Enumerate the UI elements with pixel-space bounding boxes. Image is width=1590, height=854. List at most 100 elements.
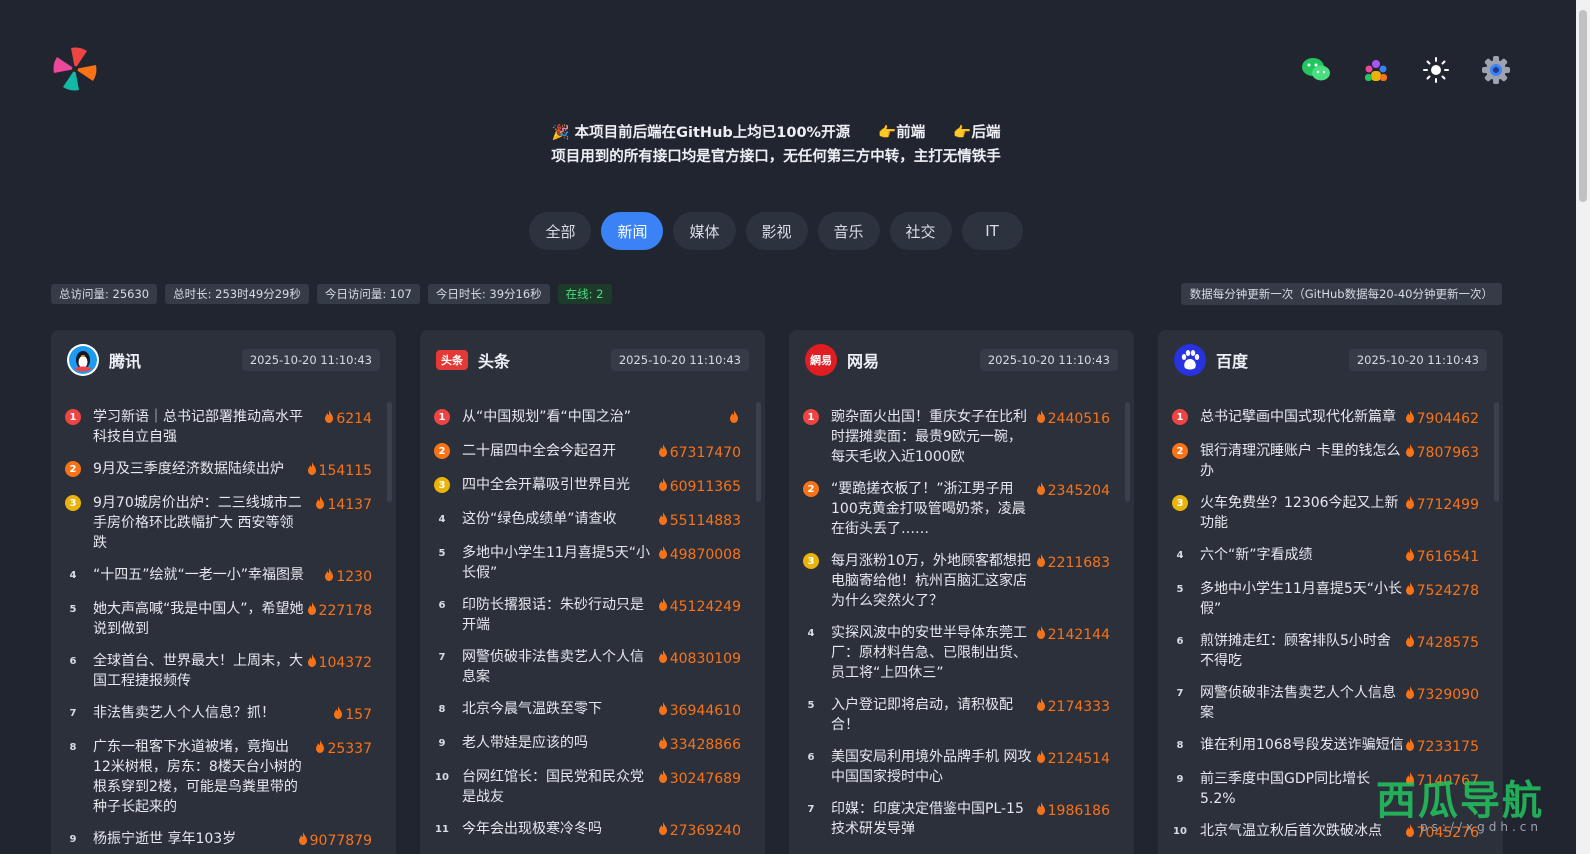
- list-item[interactable]: 2 银行清理沉睡账户 卡里的钱怎么办 7807963: [1172, 441, 1503, 481]
- item-title[interactable]: 杨振宁逝世 享年103岁: [93, 829, 298, 849]
- flame-icon: [324, 409, 334, 429]
- rank-badge: 1: [803, 409, 819, 425]
- wechat-icon[interactable]: [1300, 54, 1332, 86]
- list-item[interactable]: 7 印媒：印度决定借鉴中国PL-15技术研发导弹 1986186: [803, 799, 1134, 839]
- list-item[interactable]: 10 台网红馆长：国民党和民众党是战友 30247689: [434, 767, 765, 807]
- item-title[interactable]: 多地中小学生11月喜提5天“小长假”: [462, 543, 658, 583]
- list-item[interactable]: 4 实探风波中的安世半导体东莞工厂：原材料告急、已限制出货、员工将“上四休三” 21…: [803, 623, 1134, 683]
- sun-icon[interactable]: [1420, 54, 1452, 86]
- tab-music[interactable]: 音乐: [817, 212, 880, 250]
- item-title[interactable]: 9月及三季度经济数据陆续出炉: [93, 459, 305, 479]
- list-item[interactable]: 7 网警侦破非法售卖艺人个人信息案 7329090: [1172, 683, 1503, 723]
- settings-gear-icon[interactable]: [1480, 54, 1512, 86]
- item-title[interactable]: 每月涨粉10万，外地顾客都想把电脑寄给他！杭州百脑汇这家店为什么突然火了？: [831, 551, 1036, 611]
- tab-media[interactable]: 媒体: [673, 212, 736, 250]
- tab-all[interactable]: 全部: [529, 212, 592, 250]
- item-title[interactable]: 学习新语｜总书记部署推动高水平科技自立自强: [93, 407, 305, 447]
- list-item[interactable]: 3 每月涨粉10万，外地顾客都想把电脑寄给他！杭州百脑汇这家店为什么突然火了？ 22…: [803, 551, 1134, 611]
- list-scrollbar[interactable]: [1125, 402, 1130, 502]
- item-title[interactable]: 北京今晨气温跌至零下: [462, 699, 658, 719]
- item-title[interactable]: 总书记擘画中国式现代化新篇章: [1200, 407, 1405, 427]
- list-scrollbar[interactable]: [1494, 402, 1499, 502]
- list-item[interactable]: 9 杨振宁逝世 享年103岁 9077879: [65, 829, 396, 851]
- item-title[interactable]: 谁在利用1068号段发送诈骗短信: [1200, 735, 1405, 755]
- site-logo[interactable]: [52, 46, 98, 92]
- item-title[interactable]: 非法售卖艺人个人信息？抓！: [93, 703, 305, 723]
- list-item[interactable]: 8 北京今晨气温跌至零下 36944610: [434, 699, 765, 721]
- page-scrollbar-thumb[interactable]: [1579, 10, 1587, 202]
- list-item[interactable]: 5 多地中小学生11月喜提5天“小长假” 49870008: [434, 543, 765, 583]
- list-item[interactable]: 4 这份“绿色成绩单”请查收 55114883: [434, 509, 765, 531]
- item-title[interactable]: 广东一租客下水道被堵，竟掏出12米树根，房东：8楼天台小树的根系穿到2楼，可能是…: [93, 737, 305, 817]
- item-title[interactable]: 9月70城房价出炉：二三线城市二手房价格环比跌幅扩大 西安等领跌: [93, 493, 305, 553]
- backend-link[interactable]: 👉后端: [953, 125, 1000, 141]
- frontend-link[interactable]: 👉前端: [878, 125, 925, 141]
- item-title[interactable]: 六个“新”字看成绩: [1200, 545, 1405, 565]
- list-item[interactable]: 7 非法售卖艺人个人信息？抓！ 157: [65, 703, 396, 725]
- item-title[interactable]: 印媒：印度决定借鉴中国PL-15技术研发导弹: [831, 799, 1036, 839]
- item-title[interactable]: 老人带娃是应该的吗: [462, 733, 658, 753]
- item-title[interactable]: 今年会出现极寒冷冬吗: [462, 819, 658, 839]
- item-title[interactable]: 银行清理沉睡账户 卡里的钱怎么办: [1200, 441, 1405, 481]
- tab-social[interactable]: 社交: [889, 212, 952, 250]
- item-title[interactable]: 全球首台、世界最大！上周末，大国工程捷报频传: [93, 651, 305, 691]
- list-item[interactable]: 4 “十四五”绘就“一老一小”幸福图景 1230: [65, 565, 396, 587]
- list-item[interactable]: 1 从“中国规划”看“中国之治”: [434, 407, 765, 429]
- list-item[interactable]: 3 9月70城房价出炉：二三线城市二手房价格环比跌幅扩大 西安等领跌 14137: [65, 493, 396, 553]
- list-item[interactable]: 9 老人带娃是应该的吗 33428866: [434, 733, 765, 755]
- list-item[interactable]: 4 六个“新”字看成绩 7616541: [1172, 545, 1503, 567]
- list-item[interactable]: 5 入户登记即将启动，请积极配合！ 2174333: [803, 695, 1134, 735]
- item-title[interactable]: 她大声高喊“我是中国人”，希望她说到做到: [93, 599, 305, 639]
- list-item[interactable]: 11 今年会出现极寒冷冬吗 27369240: [434, 819, 765, 841]
- page-scrollbar[interactable]: [1576, 0, 1590, 854]
- item-title[interactable]: 网警侦破非法售卖艺人个人信息案: [462, 647, 658, 687]
- list-item[interactable]: 6 美国安局利用境外品牌手机 网攻中国国家授时中心 2124514: [803, 747, 1134, 787]
- item-title[interactable]: 四中全会开幕吸引世界目光: [462, 475, 658, 495]
- community-icon[interactable]: [1360, 54, 1392, 86]
- item-title[interactable]: 美国安局利用境外品牌手机 网攻中国国家授时中心: [831, 747, 1036, 787]
- item-title[interactable]: 火车免费坐？12306今起又上新功能: [1200, 493, 1405, 533]
- item-title[interactable]: 入户登记即将启动，请积极配合！: [831, 695, 1036, 735]
- item-title[interactable]: 二十届四中全会今起召开: [462, 441, 658, 461]
- hot-value: 2174333: [1036, 697, 1110, 717]
- item-title[interactable]: 网警侦破非法售卖艺人个人信息案: [1200, 683, 1405, 723]
- item-title[interactable]: 豌杂面火出国！重庆女子在比利时摆摊卖面：最贵9欧元一碗，每天毛收入近1000欧: [831, 407, 1036, 467]
- list-item[interactable]: 2 9月及三季度经济数据陆续出炉 154115: [65, 459, 396, 481]
- list-item[interactable]: 6 煎饼摊走红：顾客排队5小时舍不得吃 7428575: [1172, 631, 1503, 671]
- item-title[interactable]: 台网红馆长：国民党和民众党是战友: [462, 767, 658, 807]
- item-title[interactable]: “十四五”绘就“一老一小”幸福图景: [93, 565, 305, 585]
- list-item[interactable]: 2 “要跪搓衣板了！”浙江男子用100克黄金打吸管喝奶茶，凌晨在街头丢了…… 234…: [803, 479, 1134, 539]
- item-title[interactable]: 前三季度中国GDP同比增长5.2%: [1200, 769, 1405, 809]
- list-item[interactable]: 5 多地中小学生11月喜提5天“小长假” 7524278: [1172, 579, 1503, 619]
- list-scrollbar[interactable]: [756, 402, 761, 502]
- list-item[interactable]: 6 印防长撂狠话：朱砂行动只是开端 45124249: [434, 595, 765, 635]
- list-item[interactable]: 1 总书记擘画中国式现代化新篇章 7904462: [1172, 407, 1503, 429]
- hot-number: 27369240: [669, 823, 741, 839]
- list-item[interactable]: 7 网警侦破非法售卖艺人个人信息案 40830109: [434, 647, 765, 687]
- list-item[interactable]: 1 豌杂面火出国！重庆女子在比利时摆摊卖面：最贵9欧元一碗，每天毛收入近1000欧…: [803, 407, 1134, 467]
- list-item[interactable]: 1 学习新语｜总书记部署推动高水平科技自立自强 6214: [65, 407, 396, 447]
- rank-badge: 1: [434, 409, 450, 425]
- list-item[interactable]: 3 火车免费坐？12306今起又上新功能 7712499: [1172, 493, 1503, 533]
- item-title[interactable]: 印防长撂狠话：朱砂行动只是开端: [462, 595, 658, 635]
- list-item[interactable]: 2 二十届四中全会今起召开 67317470: [434, 441, 765, 463]
- tab-news[interactable]: 新闻: [601, 212, 664, 250]
- list-item[interactable]: 5 她大声高喊“我是中国人”，希望她说到做到 227178: [65, 599, 396, 639]
- list-item[interactable]: 8 谁在利用1068号段发送诈骗短信 7233175: [1172, 735, 1503, 757]
- watermark-logo: 西瓜导航: [1376, 778, 1544, 824]
- list-item[interactable]: 6 全球首台、世界最大！上周末，大国工程捷报频传 104372: [65, 651, 396, 691]
- item-title[interactable]: “要跪搓衣板了！”浙江男子用100克黄金打吸管喝奶茶，凌晨在街头丢了……: [831, 479, 1036, 539]
- item-title[interactable]: 多地中小学生11月喜提5天“小长假”: [1200, 579, 1405, 619]
- list-item[interactable]: 8 广东一租客下水道被堵，竟掏出12米树根，房东：8楼天台小树的根系穿到2楼，可能…: [65, 737, 396, 817]
- list-scrollbar[interactable]: [387, 402, 392, 502]
- item-title[interactable]: 从“中国规划”看“中国之治”: [462, 407, 674, 427]
- tab-video[interactable]: 影视: [745, 212, 808, 250]
- item-title[interactable]: 这份“绿色成绩单”请查收: [462, 509, 658, 529]
- list-item[interactable]: 3 四中全会开幕吸引世界目光 60911365: [434, 475, 765, 497]
- tab-it[interactable]: IT: [961, 212, 1023, 250]
- hot-value: 7616541: [1405, 547, 1479, 567]
- item-title[interactable]: 实探风波中的安世半导体东莞工厂：原材料告急、已限制出货、员工将“上四休三”: [831, 623, 1036, 683]
- item-title[interactable]: 煎饼摊走红：顾客排队5小时舍不得吃: [1200, 631, 1405, 671]
- rank-badge: 10: [1173, 825, 1187, 837]
- item-title[interactable]: 北京气温立秋后首次跌破冰点: [1200, 821, 1405, 841]
